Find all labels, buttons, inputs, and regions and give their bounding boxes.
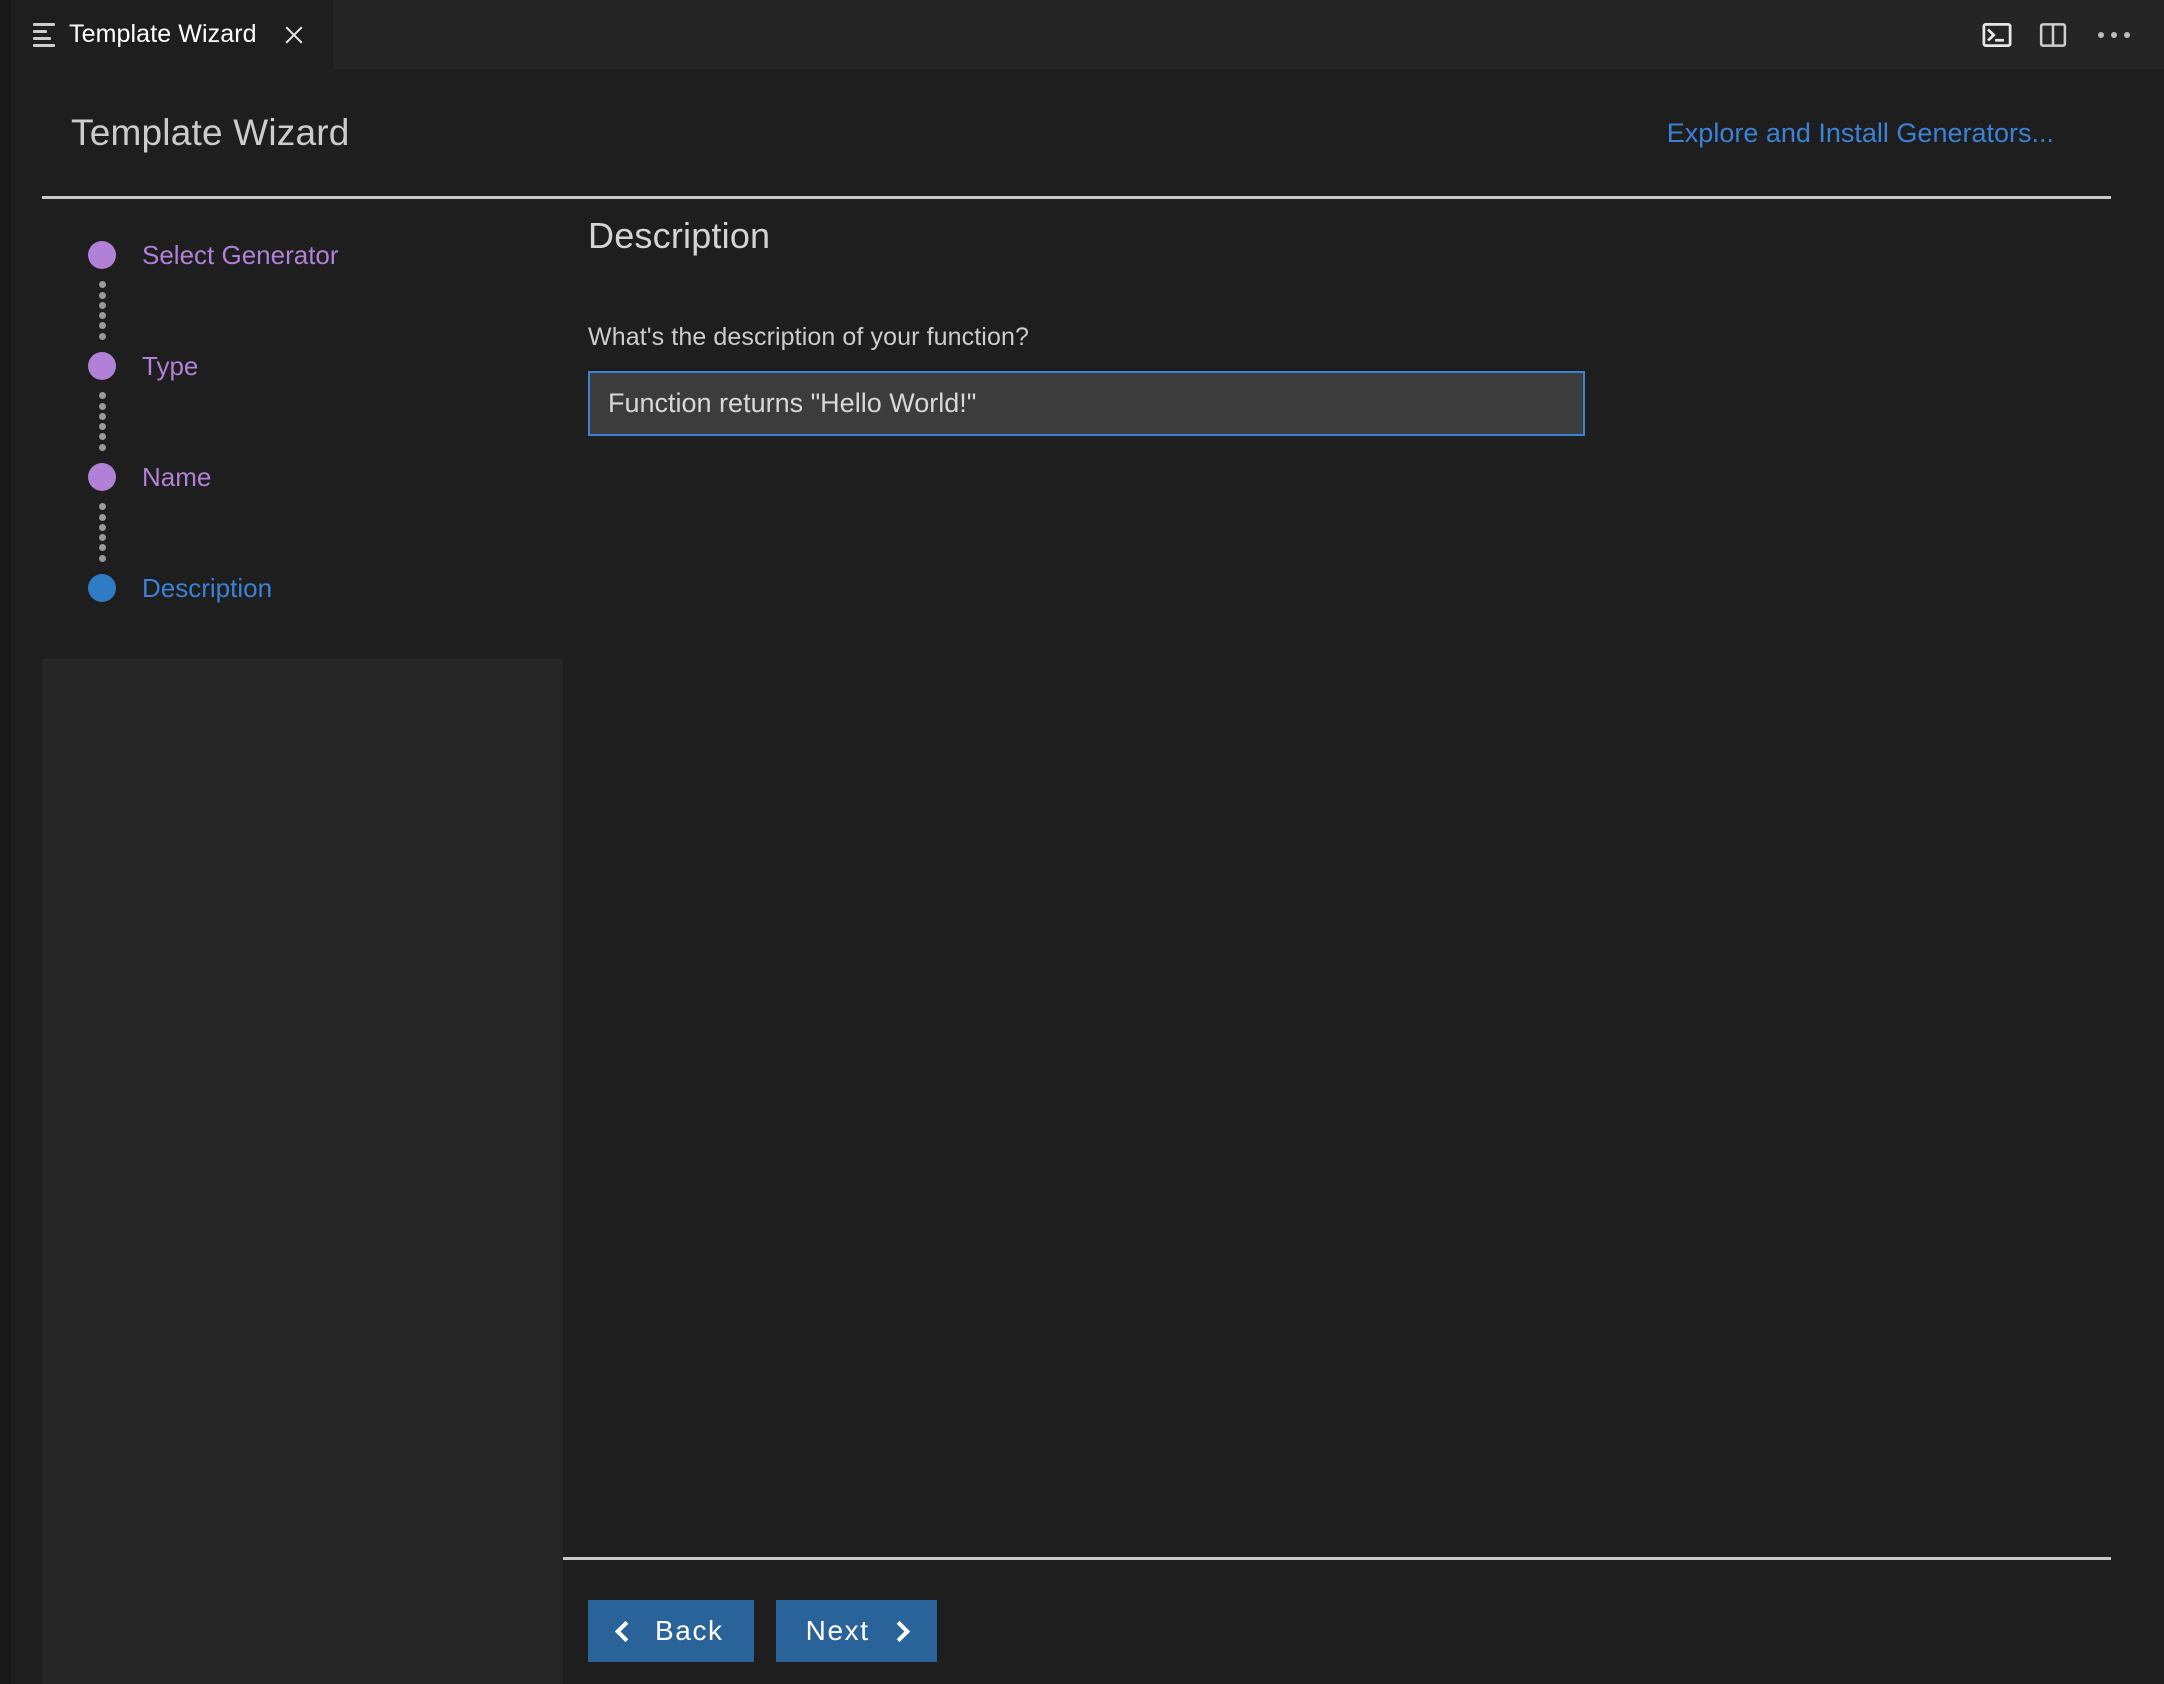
step-label: Name: [142, 462, 211, 493]
wizard-main-content: Description What's the description of yo…: [588, 215, 2108, 436]
more-actions-icon[interactable]: [2094, 24, 2134, 46]
split-editor-icon[interactable]: [2038, 20, 2068, 50]
step-label: Select Generator: [142, 240, 339, 271]
tab-template-wizard[interactable]: Template Wizard: [11, 0, 333, 69]
step-connector: [88, 384, 116, 459]
section-title: Description: [588, 215, 2108, 257]
sidebar-step-type[interactable]: Type: [88, 348, 558, 384]
close-icon[interactable]: [277, 18, 311, 52]
sidebar-step-description[interactable]: Description: [88, 570, 558, 606]
next-button-label: Next: [806, 1615, 870, 1647]
step-connector: [88, 495, 116, 570]
step-label: Description: [142, 573, 272, 604]
open-terminal-icon[interactable]: [1982, 20, 2012, 50]
page-header: Template Wizard Explore and Install Gene…: [11, 69, 2164, 197]
step-dot-icon: [88, 574, 116, 602]
chevron-left-icon: [615, 1620, 636, 1641]
back-button[interactable]: Back: [588, 1600, 754, 1662]
chevron-right-icon: [889, 1620, 910, 1641]
description-input[interactable]: Function returns "Hello World!": [588, 371, 1585, 436]
wizard-footer: Back Next: [588, 1600, 937, 1662]
sidebar-step-name[interactable]: Name: [88, 459, 558, 495]
step-dot-icon: [88, 241, 116, 269]
header-divider: [42, 196, 2111, 199]
sidebar-step-select-generator[interactable]: Select Generator: [88, 237, 558, 273]
step-label: Type: [142, 351, 198, 382]
back-button-label: Back: [655, 1615, 724, 1647]
step-dot-icon: [88, 352, 116, 380]
wizard-step-list: Select Generator Type Name Description: [88, 237, 558, 606]
tab-label: Template Wizard: [69, 20, 257, 49]
step-connector: [88, 273, 116, 348]
list-preview-icon: [33, 23, 55, 47]
next-button[interactable]: Next: [776, 1600, 937, 1662]
explore-install-generators-link[interactable]: Explore and Install Generators...: [1667, 118, 2054, 149]
page-title: Template Wizard: [71, 112, 350, 154]
step-dot-icon: [88, 463, 116, 491]
activity-bar-strip: [0, 0, 11, 1684]
description-question-label: What's the description of your function?: [588, 323, 2108, 352]
template-wizard-window: Template Wizard: [0, 0, 2164, 1684]
generator-preview-panel: [42, 659, 563, 1684]
footer-divider: [563, 1557, 2111, 1560]
editor-tab-bar: Template Wizard: [11, 0, 2164, 69]
tab-bar-spacer: [333, 0, 1982, 69]
tab-bar-actions: [1982, 0, 2164, 69]
